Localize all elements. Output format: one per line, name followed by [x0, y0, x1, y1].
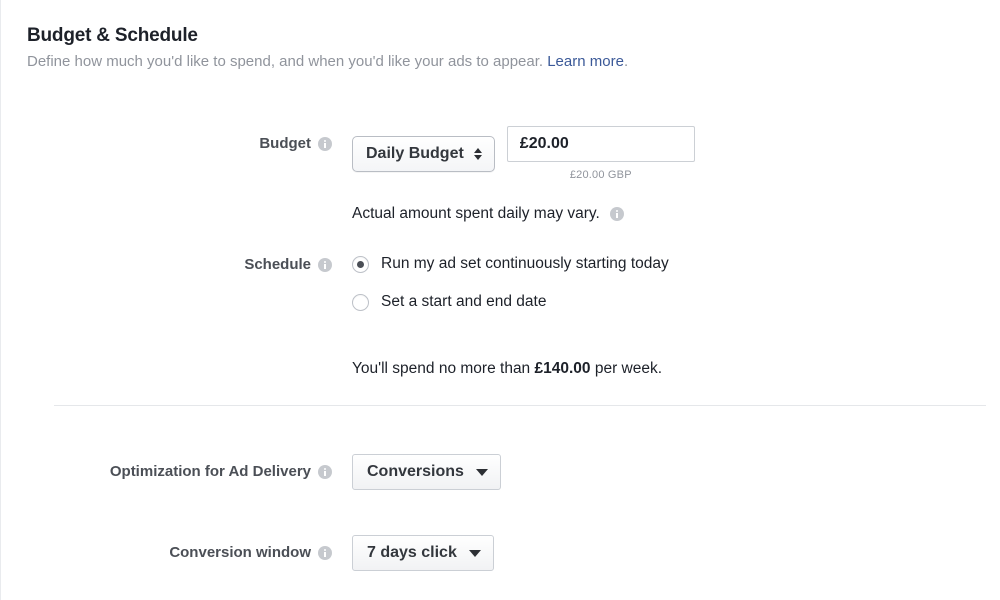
info-icon[interactable]	[318, 137, 332, 151]
up-down-chevron-icon	[474, 147, 483, 160]
conversion-window-label: Conversion window	[169, 544, 311, 561]
optimization-field-group: Conversions	[352, 454, 501, 490]
radio-icon-unselected[interactable]	[352, 293, 369, 311]
budget-label: Budget	[259, 135, 311, 152]
budget-row: Budget Daily Budget £20.00 GBP	[27, 126, 727, 181]
optimization-label: Optimization for Ad Delivery	[109, 463, 311, 480]
budget-amount-wrap: £20.00 GBP	[506, 126, 695, 181]
optimization-row: Optimization for Ad Delivery Conversions	[27, 454, 727, 490]
budget-type-select-value: Daily Budget	[366, 144, 464, 162]
schedule-label: Schedule	[244, 256, 311, 273]
schedule-option-date-range[interactable]: Set a start and end date	[352, 292, 669, 312]
optimization-label-group: Optimization for Ad Delivery	[27, 454, 332, 482]
schedule-option-date-range-label: Set a start and end date	[381, 293, 547, 310]
info-icon[interactable]	[318, 546, 332, 560]
schedule-row: Schedule Run my ad set continuously star…	[27, 254, 787, 312]
conversion-window-row: Conversion window 7 days click	[27, 535, 727, 571]
spend-cap-note: You'll spend no more than £140.00 per we…	[352, 360, 662, 378]
info-icon[interactable]	[609, 207, 624, 221]
conversion-window-dropdown-value: 7 days click	[367, 544, 457, 561]
section-subtitle: Define how much you'd like to spend, and…	[27, 52, 967, 72]
section-subtitle-text: Define how much you'd like to spend, and…	[27, 53, 548, 70]
caret-down-icon	[475, 468, 488, 476]
spend-cap-suffix: per week.	[590, 360, 663, 377]
info-icon[interactable]	[318, 258, 332, 272]
budget-label-group: Budget	[27, 126, 332, 154]
budget-variance-note-row: Actual amount spent daily may vary.	[27, 204, 727, 224]
spend-cap-prefix: You'll spend no more than	[352, 360, 535, 377]
caret-down-icon	[468, 549, 481, 557]
section-subtitle-period: .	[623, 53, 629, 70]
info-icon[interactable]	[318, 465, 332, 479]
optimization-dropdown-value: Conversions	[367, 463, 464, 480]
spend-cap-amount: £140.00	[534, 360, 591, 377]
radio-icon-selected[interactable]	[352, 255, 369, 273]
learn-more-link[interactable]: Learn more	[547, 53, 624, 70]
budget-field-group: Daily Budget £20.00 GBP	[352, 126, 695, 181]
schedule-radio-group: Run my ad set continuously starting toda…	[352, 254, 669, 312]
budget-variance-note-text: Actual amount spent daily may vary.	[352, 205, 600, 222]
budget-amount-input[interactable]	[506, 126, 695, 162]
schedule-option-continuous-label: Run my ad set continuously starting toda…	[381, 255, 669, 272]
schedule-option-continuous[interactable]: Run my ad set continuously starting toda…	[352, 254, 669, 274]
section-divider	[54, 405, 986, 406]
conversion-window-field-group: 7 days click	[352, 535, 494, 571]
budget-variance-note: Actual amount spent daily may vary.	[352, 204, 624, 224]
page-title: Budget & Schedule	[27, 25, 198, 46]
budget-amount-help: £20.00 GBP	[569, 169, 632, 181]
conversion-window-dropdown[interactable]: 7 days click	[352, 535, 494, 571]
budget-type-select[interactable]: Daily Budget	[352, 135, 495, 172]
optimization-dropdown[interactable]: Conversions	[352, 454, 501, 490]
section-header: Budget & Schedule Define how much you'd …	[27, 24, 967, 72]
budget-schedule-panel: Budget & Schedule Define how much you'd …	[0, 0, 1000, 600]
schedule-label-group: Schedule	[27, 254, 332, 275]
spend-cap-row: You'll spend no more than £140.00 per we…	[27, 360, 787, 378]
conversion-window-label-group: Conversion window	[27, 535, 332, 563]
